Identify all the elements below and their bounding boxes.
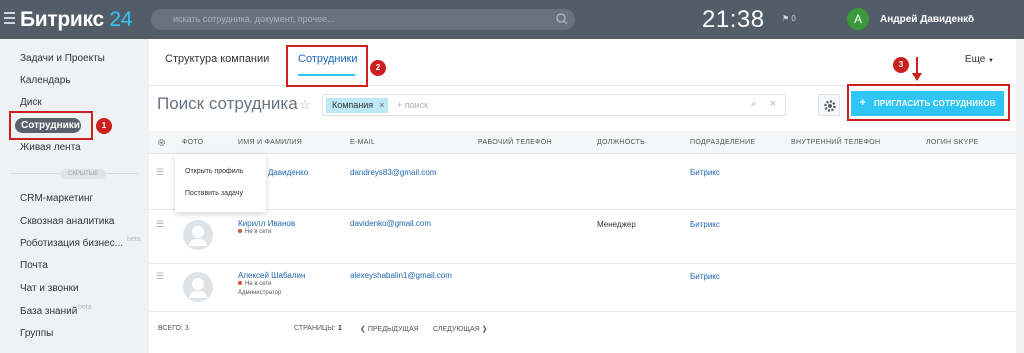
annotation-badge-1: 1 (96, 118, 112, 134)
sidebar-item-automation[interactable]: Роботизация бизнес... (20, 238, 123, 249)
sidebar-item-groups[interactable]: Группы (20, 328, 53, 339)
prev-label: ПРЕДЫДУЩАЯ (367, 326, 419, 333)
more-label: Еще (964, 54, 986, 65)
chip-label: Компания (332, 100, 374, 110)
status-badge: Не в сети (238, 229, 271, 235)
total-count: ВСЕГО: 3 (158, 325, 189, 332)
chevron-right-icon: ❯ (481, 326, 488, 333)
search-placeholder: искать сотрудника, документ, прочее... (173, 14, 335, 24)
employee-name[interactable]: Кирилл Иванов (238, 219, 295, 228)
header-name[interactable]: ИМЯ И ФАМИЛИЯ (238, 139, 302, 146)
menu-item-set-task[interactable]: Поставить задачу (185, 190, 243, 197)
chevron-left-icon: ❮ (360, 326, 366, 333)
sidebar-item-knowledge[interactable]: База знаний (20, 306, 77, 317)
drag-handle-icon[interactable]: ☰ (156, 219, 164, 230)
annotation-box-2 (286, 45, 368, 87)
search-icon[interactable] (555, 12, 569, 26)
employee-name[interactable]: Алексей Шабалин (238, 271, 305, 280)
header-internal-phone[interactable]: ВНУТРЕННИЙ ТЕЛЕФОН (791, 139, 880, 146)
user-name[interactable]: Андрей Давиденко (880, 14, 974, 25)
menu-item-open-profile[interactable]: Открыть профиль (185, 168, 243, 175)
flag-count: 0 (791, 14, 796, 23)
drag-handle-icon[interactable]: ☰ (156, 167, 164, 178)
top-bar: Битрикс 24 искать сотрудника, документ, … (0, 0, 1024, 39)
employee-email[interactable]: alexeyshabalin1@gmail.com (350, 271, 452, 280)
beta-badge: beta (78, 304, 92, 311)
prev-page-link[interactable]: ❮ ПРЕДЫДУЩАЯ (360, 325, 419, 333)
sidebar-item-mail[interactable]: Почта (20, 260, 48, 271)
filter-chip-company[interactable]: Компания × (326, 98, 389, 113)
scrollbar[interactable] (1016, 39, 1024, 353)
header-department[interactable]: ПОДРАЗДЕЛЕНИЕ (690, 139, 755, 146)
sidebar-item-calendar[interactable]: Календарь (20, 75, 70, 86)
status-badge: Не в сети (238, 281, 271, 287)
pages-label: СТРАНИЦЫ: (294, 325, 336, 332)
table-header: ФОТО ИМЯ И ФАМИЛИЯ E-MAIL РАБОЧИЙ ТЕЛЕФО… (149, 131, 1016, 154)
annotation-box-1 (9, 111, 93, 140)
sidebar-item-crm-marketing[interactable]: CRM-маркетинг (20, 193, 93, 204)
star-icon[interactable]: ☆ (299, 97, 311, 113)
hidden-section-label[interactable]: СКРЫТЫЕ (60, 169, 107, 179)
beta-badge: beta (127, 236, 141, 243)
filter-search-input[interactable]: Компания × + поиск ⌕ × (322, 94, 786, 116)
next-label: СЛЕДУЮЩАЯ (433, 326, 480, 333)
row-divider (149, 311, 1016, 312)
header-photo[interactable]: ФОТО (182, 139, 203, 146)
employee-department[interactable]: Битрикс (690, 220, 720, 229)
next-page-link[interactable]: СЛЕДУЮЩАЯ ❯ (433, 325, 488, 333)
logo[interactable]: Битрикс 24 (20, 8, 132, 32)
clock[interactable]: 21:38 (702, 6, 765, 34)
annotation-badge-2: 2 (370, 60, 386, 76)
filter-placeholder: + поиск (397, 100, 429, 110)
employee-name[interactable]: Давиденко (268, 168, 308, 177)
row-divider (149, 263, 1016, 264)
page-title: Поиск сотрудника (157, 94, 298, 113)
annotation-box-3 (847, 84, 1010, 121)
employee-department[interactable]: Битрикс (690, 168, 720, 177)
sidebar-item-chat[interactable]: Чат и звонки (20, 283, 79, 294)
page-number[interactable]: 1 (338, 325, 342, 332)
logo-accent: 24 (109, 8, 133, 31)
sidebar-item-analytics[interactable]: Сквозная аналитика (20, 216, 115, 227)
avatar[interactable]: А (847, 8, 869, 30)
more-menu[interactable]: Еще ▼ (965, 54, 994, 65)
row-divider (149, 209, 1016, 210)
clear-icon[interactable]: × (770, 98, 776, 110)
employee-role: Администратор (238, 290, 282, 296)
employee-email[interactable]: dandreys83@gmail.com (350, 168, 436, 177)
gear-icon (824, 100, 836, 112)
row-context-menu: Открыть профиль Поставить задачу (175, 155, 266, 212)
close-icon[interactable]: × (379, 100, 384, 110)
header-work-phone[interactable]: РАБОЧИЙ ТЕЛЕФОН (478, 139, 552, 146)
employee-department[interactable]: Битрикс (690, 272, 720, 281)
employee-email[interactable]: davidenko@gmail.com (350, 219, 431, 228)
header-skype[interactable]: ЛОГИН SKYPE (926, 139, 979, 146)
logo-main: Битрикс (20, 8, 104, 31)
flag-counter[interactable]: ⚑ 0 (782, 14, 796, 23)
annotation-arrow-head (912, 73, 922, 81)
settings-button[interactable] (818, 94, 840, 116)
sidebar-item-tasks[interactable]: Задачи и Проекты (20, 53, 105, 64)
sidebar-item-feed[interactable]: Живая лента (20, 142, 81, 153)
flag-icon: ⚑ (782, 14, 790, 23)
avatar-placeholder[interactable] (183, 272, 213, 302)
search-icon[interactable]: ⌕ (751, 98, 757, 111)
employee-position: Менеджер (597, 220, 636, 229)
global-search-input[interactable]: искать сотрудника, документ, прочее... (151, 9, 575, 30)
sidebar-item-disk[interactable]: Диск (20, 97, 42, 108)
gear-icon[interactable] (157, 138, 166, 147)
annotation-badge-3: 3 (893, 57, 909, 73)
avatar-placeholder[interactable] (183, 220, 213, 250)
menu-icon[interactable] (4, 12, 15, 25)
chevron-down-icon[interactable]: ▼ (967, 14, 974, 21)
drag-handle-icon[interactable]: ☰ (156, 271, 164, 282)
sidebar: Задачи и Проекты Календарь Диск Сотрудни… (0, 39, 148, 353)
tab-structure[interactable]: Структура компании (165, 53, 269, 65)
header-position[interactable]: ДОЛЖНОСТЬ (597, 139, 645, 146)
header-email[interactable]: E-MAIL (350, 139, 375, 146)
chevron-down-icon: ▼ (988, 58, 994, 64)
